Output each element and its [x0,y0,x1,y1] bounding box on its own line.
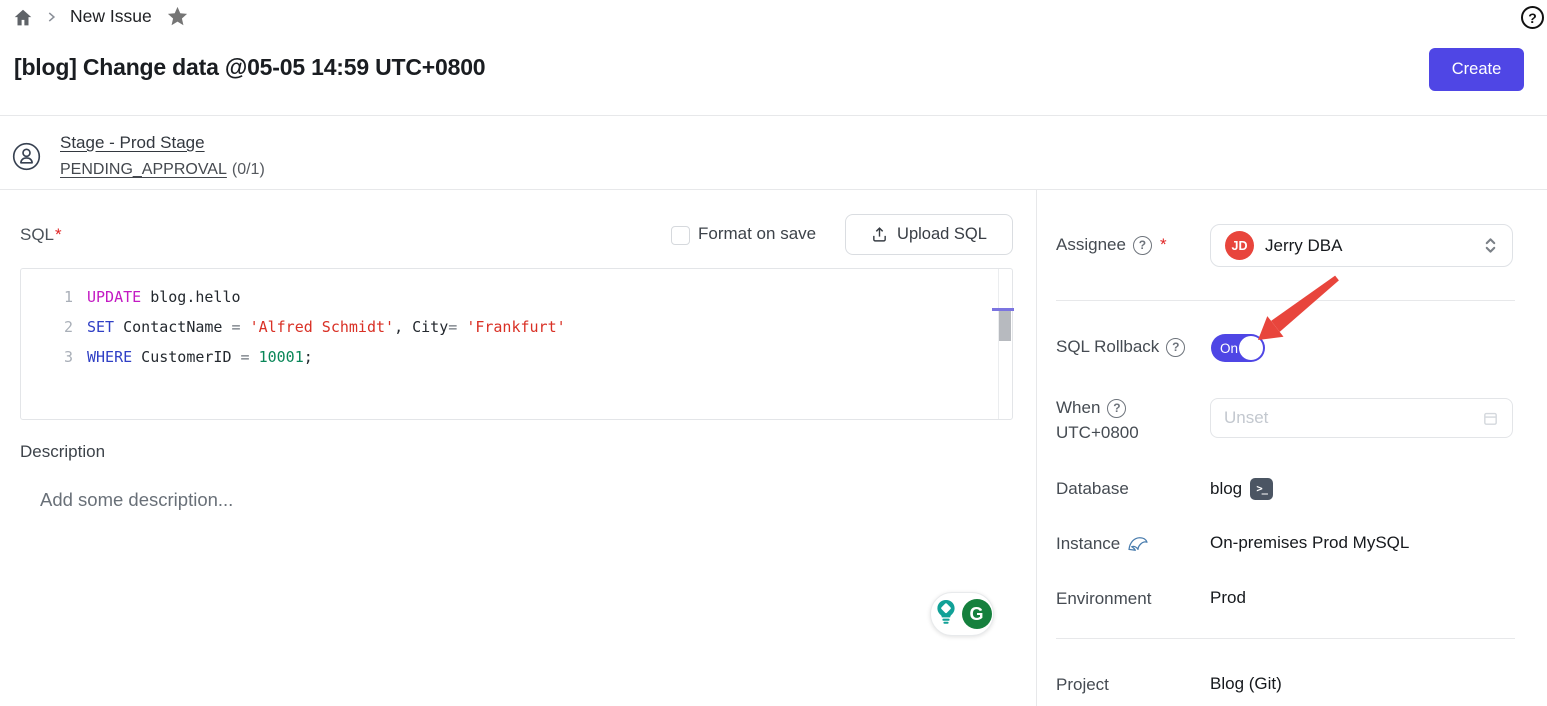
grammarly-widget[interactable]: G [930,592,994,636]
assignee-help-icon[interactable]: ? [1133,236,1152,255]
star-icon[interactable] [166,5,189,33]
sql-label: SQL* [20,225,62,245]
format-on-save-label: Format on save [698,224,816,244]
editor-scrollbar[interactable] [999,311,1011,341]
sql-console-icon[interactable]: >_ [1250,478,1273,500]
description-label: Description [20,442,105,462]
suggestion-lightbulb-icon[interactable] [933,597,959,632]
stage-status-link[interactable]: PENDING_APPROVAL [60,161,227,178]
annotation-arrow [1240,268,1350,358]
when-help-icon[interactable]: ? [1107,399,1126,418]
new-issue-page: New Issue ? [blog] Change data @05-05 14… [0,0,1547,706]
divider [0,189,1547,190]
breadcrumb-current[interactable]: New Issue [70,6,152,27]
breadcrumb-separator-icon [44,10,58,29]
when-placeholder: Unset [1224,408,1482,428]
stage-link[interactable]: Stage - Prod Stage [60,133,205,153]
sql-rollback-help-icon[interactable]: ? [1166,338,1185,357]
description-input[interactable]: Add some description... [40,489,233,511]
assignee-label: Assignee ? * [1056,235,1167,255]
instance-value: On-premises Prod MySQL [1210,533,1409,553]
upload-icon [871,226,888,243]
when-timezone: UTC+0800 [1056,423,1139,443]
project-value: Blog (Git) [1210,674,1282,694]
mysql-dolphin-icon [1127,535,1149,553]
format-on-save-checkbox[interactable] [671,226,690,245]
calendar-icon [1482,410,1499,427]
sql-editor[interactable]: 1UPDATE blog.hello2SET ContactName = 'Al… [20,268,1013,420]
sql-rollback-label: SQL Rollback ? [1056,337,1185,357]
assignee-stage-icon [11,141,42,177]
upload-sql-button[interactable]: Upload SQL [845,214,1013,255]
assignee-avatar: JD [1225,231,1254,260]
database-value[interactable]: blog >_ [1210,478,1273,500]
sidebar-divider [1036,190,1037,706]
instance-label: Instance [1056,534,1149,554]
code-line: 2SET ContactName = 'Alfred Schmidt', Cit… [21,312,1012,342]
environment-value: Prod [1210,588,1246,608]
when-date-input[interactable]: Unset [1210,398,1513,438]
project-label: Project [1056,675,1109,695]
help-icon[interactable]: ? [1521,6,1544,29]
toggle-state-label: On [1220,341,1238,356]
assignee-value: Jerry DBA [1265,236,1472,256]
chevron-updown-icon [1483,236,1498,255]
code-line: 1UPDATE blog.hello [21,282,1012,312]
grammarly-logo-icon[interactable]: G [962,599,992,629]
code-line: 3WHERE CustomerID = 10001; [21,342,1012,372]
database-label: Database [1056,479,1129,499]
required-asterisk: * [55,225,62,244]
required-asterisk: * [1160,235,1167,255]
sidebar-section-divider [1056,638,1515,639]
divider [0,115,1547,116]
home-icon[interactable] [12,7,34,34]
stage-status-count: (0/1) [232,161,265,178]
page-title: [blog] Change data @05-05 14:59 UTC+0800 [14,54,485,81]
when-label: When ? [1056,398,1126,418]
create-button[interactable]: Create [1429,48,1524,91]
editor-scroll-divider [998,269,999,419]
environment-label: Environment [1056,589,1151,609]
assignee-select[interactable]: JD Jerry DBA [1210,224,1513,267]
